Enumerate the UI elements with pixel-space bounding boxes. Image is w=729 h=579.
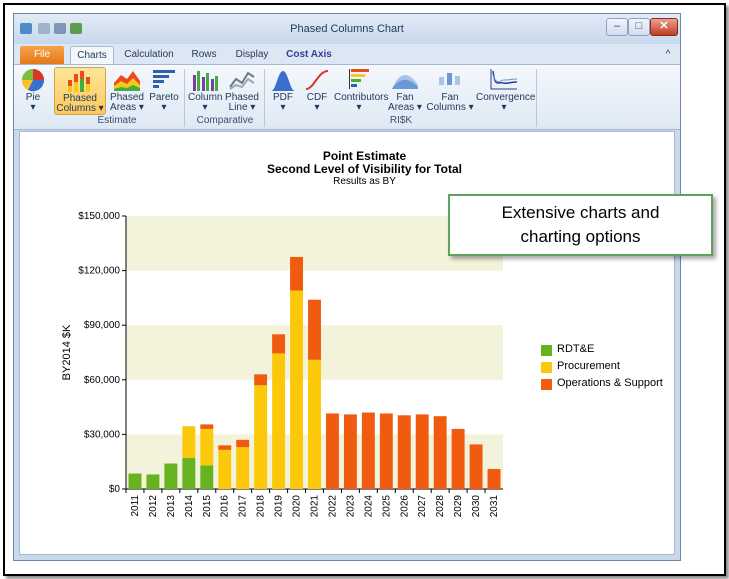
bar-segment <box>146 474 160 489</box>
bar-segment <box>254 385 268 489</box>
bar-segment <box>379 413 393 489</box>
bar-segment <box>308 359 321 489</box>
bar-segment <box>272 334 286 354</box>
bar-segment <box>397 415 411 489</box>
bar-segment <box>200 424 214 429</box>
bar-segment <box>308 299 321 360</box>
bar-segment <box>343 414 357 489</box>
x-tick-label: 2017 <box>238 495 249 518</box>
bar-segment <box>451 428 465 489</box>
bar-segment <box>415 414 429 489</box>
bar-segment <box>325 413 339 489</box>
legend-swatch <box>541 362 552 373</box>
bar-segment <box>200 428 214 466</box>
bar-segment <box>236 439 250 448</box>
bar-segment <box>182 426 196 459</box>
x-tick-label: 2015 <box>202 495 213 518</box>
legend-label: Operations & Support <box>557 377 663 389</box>
bar-segment <box>290 256 304 291</box>
y-tick-label: $150,000 <box>78 211 120 222</box>
legend-label: RDT&E <box>557 343 595 355</box>
bar-segment <box>218 445 232 450</box>
y-tick-label: $30,000 <box>84 429 121 440</box>
y-tick-label: $60,000 <box>84 375 121 386</box>
bar-segment <box>164 463 178 489</box>
x-tick-label: 2016 <box>220 495 231 518</box>
x-tick-label: 2011 <box>130 495 141 517</box>
grid-band <box>126 216 503 271</box>
x-tick-label: 2031 <box>489 495 500 518</box>
bar-segment <box>361 412 375 489</box>
x-tick-label: 2022 <box>327 495 338 518</box>
x-tick-label: 2014 <box>184 495 195 518</box>
y-tick-label: $90,000 <box>84 320 121 331</box>
legend-swatch <box>541 379 552 390</box>
y-tick-label: $0 <box>109 484 121 495</box>
x-tick-label: 2012 <box>148 495 159 518</box>
x-tick-label: 2026 <box>399 495 410 518</box>
bar-segment <box>128 473 142 489</box>
bar-segment <box>272 353 286 489</box>
chart-subtitle: Second Level of Visibility for Total <box>267 162 462 176</box>
x-tick-label: 2021 <box>310 495 321 518</box>
chart-title: Point Estimate <box>322 149 407 163</box>
bar-segment <box>218 449 232 489</box>
y-tick-label: $120,000 <box>78 266 120 277</box>
bar-segment <box>236 447 250 489</box>
x-tick-label: 2025 <box>381 495 392 518</box>
bar-segment <box>433 416 447 489</box>
x-tick-label: 2029 <box>453 495 464 518</box>
bar-segment <box>182 458 196 489</box>
x-tick-label: 2024 <box>363 495 374 518</box>
bar-segment <box>290 290 304 489</box>
bar-segment <box>254 374 268 386</box>
legend-label: Procurement <box>557 360 620 372</box>
chart-note: Results as BY <box>333 176 396 187</box>
x-tick-label: 2028 <box>435 495 446 518</box>
x-tick-label: 2018 <box>256 495 267 518</box>
x-tick-label: 2020 <box>292 495 303 518</box>
x-tick-label: 2023 <box>345 495 356 518</box>
legend-swatch <box>541 345 552 356</box>
y-axis-title: BY2014 $K <box>61 324 73 380</box>
x-tick-label: 2027 <box>417 495 428 518</box>
x-tick-label: 2013 <box>166 495 177 518</box>
phased-columns-chart: $0 $30,000 $60,000 $90,000 $120,000 $150,000 B… <box>61 211 503 518</box>
callout-box: Extensive charts and charting options <box>448 194 713 256</box>
x-tick-label: 2030 <box>471 495 482 518</box>
x-tick-label: 2019 <box>274 495 285 518</box>
bar-segment <box>469 444 483 489</box>
bar-segment <box>200 465 214 489</box>
bar-segment <box>487 468 501 489</box>
